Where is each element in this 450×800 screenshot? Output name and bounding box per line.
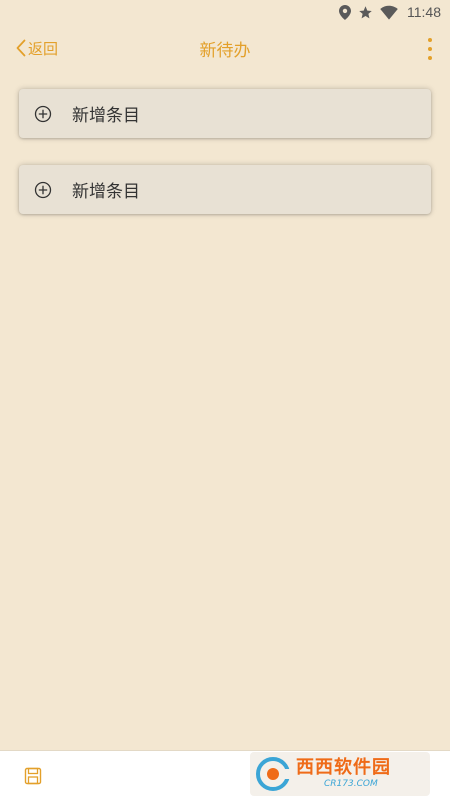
more-vert-icon [428,38,432,42]
add-circle-icon [34,105,52,122]
back-button[interactable]: 返回 [16,36,58,60]
add-item-row[interactable]: 新增条目 [19,89,431,138]
add-circle-icon [34,181,52,198]
watermark-subtext: CR173.COM [324,779,378,789]
nav-bar: 返回 新待办 [0,24,450,72]
save-icon[interactable] [24,767,42,785]
add-item-row[interactable]: 新增条目 [19,165,431,214]
watermark-text: 西西软件园 [296,757,391,778]
add-item-label: 新增条目 [72,182,140,202]
chevron-left-icon [16,39,26,57]
wifi-icon [380,5,398,20]
bottom-toolbar: 西西软件园 CR173.COM [0,750,450,800]
location-icon [339,4,351,20]
add-item-label: 新增条目 [72,106,140,126]
logo-icon [256,757,290,791]
status-bar: 11:48 [0,0,450,24]
star-icon [359,5,372,18]
more-options-button[interactable] [426,38,434,60]
back-label: 返回 [28,39,59,58]
page-title: 新待办 [199,41,251,61]
watermark-logo: 西西软件园 CR173.COM [250,752,430,796]
status-time: 11:48 [407,4,441,20]
